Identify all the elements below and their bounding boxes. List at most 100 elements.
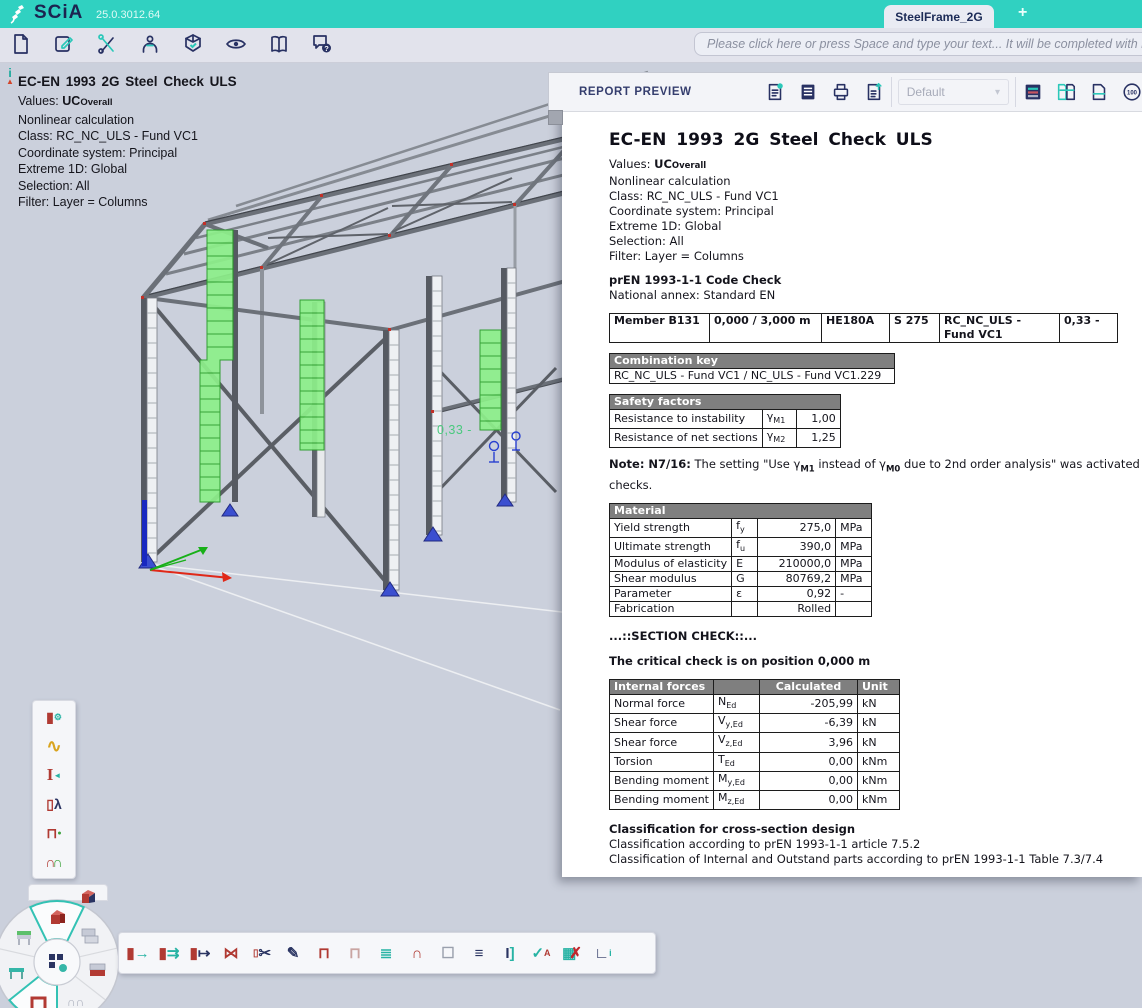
- report-meta-line: Nonlinear calculation: [609, 174, 1142, 189]
- column-header: Combination key: [610, 354, 895, 369]
- report-values-line: Values: UCOverall: [609, 157, 1142, 174]
- haunch-icon[interactable]: ∿: [42, 736, 66, 756]
- column-header: Internal forces: [610, 680, 714, 695]
- legend-line: Coordinate system: Principal: [18, 145, 237, 162]
- help-icon[interactable]: ?: [309, 31, 335, 57]
- frame-icon[interactable]: ⊓: [315, 942, 333, 964]
- table-row: Normal forceNEd-205,99kN: [610, 695, 900, 714]
- table-row: Ultimate strengthfu390,0MPa: [610, 537, 872, 556]
- report-meta-line: Coordinate system: Principal: [609, 204, 1142, 219]
- internal-forces-table: Internal forces CalculatedUnit Normal for…: [609, 679, 900, 810]
- stretch-member-icon[interactable]: ▮↦: [191, 942, 209, 964]
- report-title: EC-EN 1993 2G Steel Check ULS: [609, 130, 1142, 150]
- column-header: Calculated: [760, 680, 858, 695]
- column-icon[interactable]: ▮⚙: [42, 707, 66, 727]
- check-structure-icon[interactable]: [180, 31, 206, 57]
- scia-logo-icon: [7, 3, 31, 27]
- edit-project-icon[interactable]: [51, 31, 77, 57]
- export-report-icon[interactable]: [863, 81, 885, 103]
- frame-disabled-icon[interactable]: ⊓: [346, 942, 364, 964]
- print-icon[interactable]: [830, 81, 852, 103]
- view-info-icon[interactable]: i ▲: [3, 68, 17, 87]
- column-header: Safety factors: [610, 395, 841, 410]
- column-header: Material: [610, 503, 872, 518]
- table-row: Parameterε0,92-: [610, 587, 872, 602]
- mirror-icon[interactable]: ⋈: [222, 942, 240, 964]
- report-style-icon[interactable]: [1022, 81, 1044, 103]
- legend-line: Filter: Layer = Columns: [18, 194, 237, 211]
- model-tools-panel: ▮⚙ ∿ I◄ ▯λ ⊓● ∩∩: [32, 700, 76, 879]
- critical-check-line: The critical check is on position 0,000 …: [609, 654, 1142, 669]
- legend-line: Extreme 1D: Global: [18, 161, 237, 178]
- paint-properties-icon[interactable]: ✎: [284, 942, 302, 964]
- table-row: Shear forceVy,Ed-6,39kN: [610, 714, 900, 733]
- legend-title: EC-EN 1993 2G Steel Check ULS: [18, 74, 237, 89]
- report-preview-header: REPORT PREVIEW Default ▾ 100: [548, 72, 1142, 112]
- column-header: Unit: [858, 680, 900, 695]
- table-row: Modulus of elasticityE210000,0MPa: [610, 557, 872, 572]
- section-check-heading: ...::SECTION CHECK::...: [609, 629, 1142, 644]
- report-scroll-handle[interactable]: [548, 110, 563, 125]
- storey-icon[interactable]: ≣: [377, 942, 395, 964]
- arches-icon[interactable]: ∩∩: [42, 852, 66, 872]
- check-data-icon[interactable]: ✓A: [532, 942, 550, 964]
- legend-line: Selection: All: [18, 178, 237, 195]
- table-row: Yield strengthfy275,0MPa: [610, 518, 872, 537]
- new-project-icon[interactable]: [8, 31, 34, 57]
- code-check-title: prEN 1993-1-1 Code Check: [609, 273, 1142, 288]
- brand-name: SCiA: [34, 2, 83, 24]
- documentation-icon[interactable]: [266, 31, 292, 57]
- wheel-icon-arch-frames[interactable]: ∩∩: [67, 995, 84, 1008]
- title-bar: SCiA 25.0.3012.64 SteelFrame_2G +: [0, 0, 1142, 28]
- legend-line: Class: RC_NC_ULS - Fund VC1: [18, 128, 237, 145]
- view-icon[interactable]: [223, 31, 249, 57]
- table-row: Shear modulusG80769,2MPa: [610, 572, 872, 587]
- rename-icon[interactable]: I]: [501, 942, 519, 964]
- calculate-icon[interactable]: [137, 31, 163, 57]
- workstation-wheel[interactable]: ∩∩: [0, 884, 134, 1008]
- trim-icon[interactable]: ▯✂: [253, 942, 271, 964]
- command-input[interactable]: [694, 32, 1142, 56]
- copy-member-icon[interactable]: ▮⇉: [160, 942, 178, 964]
- report-template-select[interactable]: Default ▾: [898, 79, 1009, 105]
- new-tab-button[interactable]: +: [1018, 4, 1027, 22]
- report-panel-title: REPORT PREVIEW: [579, 86, 764, 98]
- chevron-down-icon: ▾: [995, 87, 1000, 98]
- workstation-cube-icon[interactable]: [76, 886, 100, 910]
- frame-support-icon[interactable]: ⊓●: [42, 823, 66, 843]
- report-document: EC-EN 1993 2G Steel Check ULS Values: UC…: [562, 110, 1142, 877]
- table-row: TorsionTEd0,00kNm: [610, 752, 900, 771]
- classification-line1: Classification according to prEN 1993-1-…: [609, 837, 1142, 852]
- table-row: Resistance to instabilityγM11,00: [610, 410, 841, 429]
- buckling-icon[interactable]: ▯λ: [42, 794, 66, 814]
- one-page-icon[interactable]: [1088, 81, 1110, 103]
- tools-icon[interactable]: [94, 31, 120, 57]
- table-row: Bending momentMy,Ed0,00kNm: [610, 771, 900, 790]
- cross-section-icon[interactable]: I◄: [42, 765, 66, 785]
- material-table: Material Yield strengthfy275,0MPaUltimat…: [609, 503, 872, 617]
- report-toolbar-right: 100: [1022, 81, 1142, 103]
- national-annex: National annex: Standard EN: [609, 288, 1142, 303]
- zoom-100-icon[interactable]: 100: [1121, 81, 1142, 103]
- delete-table-icon[interactable]: ▦✗: [563, 942, 581, 964]
- wheel-icon-materials[interactable]: [90, 964, 105, 976]
- table-row: Resistance of net sectionsγM21,25: [610, 429, 841, 448]
- result-legend: EC-EN 1993 2G Steel Check ULS Values: UC…: [18, 74, 237, 211]
- dimension-info-icon[interactable]: ∟i: [594, 942, 612, 964]
- report-page: EC-EN 1993 2G Steel Check ULS Values: UC…: [562, 110, 1142, 877]
- report-toolbar-left: [764, 81, 885, 103]
- report-meta-line: Filter: Layer = Columns: [609, 249, 1142, 264]
- new-report-icon[interactable]: [764, 81, 786, 103]
- selection-region-icon[interactable]: ☐: [439, 942, 457, 964]
- report-table-icon[interactable]: [797, 81, 819, 103]
- safety-factors-table: Safety factors Resistance to instability…: [609, 394, 841, 448]
- svg-text:?: ?: [324, 44, 329, 53]
- project-tab[interactable]: SteelFrame_2G: [884, 5, 994, 28]
- column-header: [714, 680, 760, 695]
- table-row: Shear forceVz,Ed3,96kN: [610, 733, 900, 752]
- portal-frame-icon[interactable]: ∩: [408, 942, 426, 964]
- layers-icon[interactable]: ≡: [470, 942, 488, 964]
- two-pages-icon[interactable]: [1055, 81, 1077, 103]
- legend-values: Values: UCOverall: [18, 93, 237, 112]
- move-member-icon[interactable]: ▮→: [129, 942, 147, 964]
